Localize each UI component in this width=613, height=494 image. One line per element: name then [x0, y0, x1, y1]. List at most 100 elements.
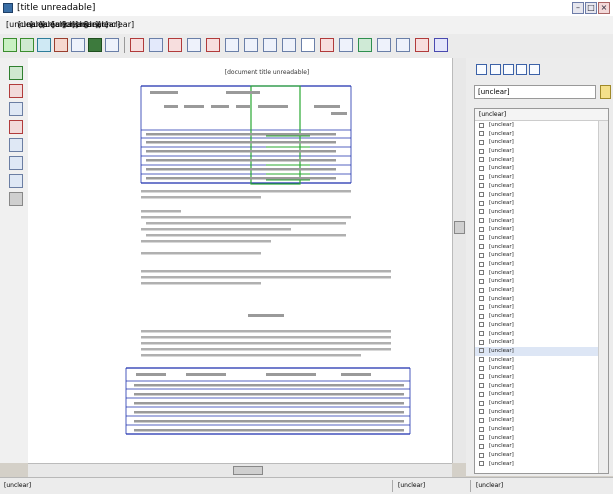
- settings-icon[interactable]: [105, 38, 119, 52]
- zone-check-icon[interactable]: [358, 38, 372, 52]
- file-list-item[interactable]: [unclear]: [475, 243, 599, 252]
- panel-sort-icon[interactable]: [516, 64, 527, 75]
- zone-clear-icon[interactable]: [301, 38, 315, 52]
- file-list-item[interactable]: [unclear]: [475, 164, 599, 173]
- zone-picture2-icon[interactable]: [415, 38, 429, 52]
- search-button[interactable]: [600, 85, 611, 99]
- scan-icon[interactable]: [37, 38, 51, 52]
- file-list-item[interactable]: [unclear]: [475, 338, 599, 347]
- app-icon: [3, 3, 13, 13]
- file-list-item[interactable]: [unclear]: [475, 286, 599, 295]
- document-horizontal-scrollbar[interactable]: [28, 463, 452, 477]
- menu-bar: [unclear] [unclear] [unclear] [unclear] …: [0, 16, 613, 34]
- zone-picture-icon[interactable]: [168, 38, 182, 52]
- file-list-item[interactable]: [unclear]: [475, 251, 599, 260]
- file-list-item[interactable]: [unclear]: [475, 217, 599, 226]
- file-list-item[interactable]: [unclear]: [475, 330, 599, 339]
- file-list-item[interactable]: [unclear]: [475, 321, 599, 330]
- list-header: [unclear]: [475, 109, 608, 121]
- scroll-thumb[interactable]: [454, 221, 465, 234]
- file-list-item[interactable]: [unclear]: [475, 121, 599, 130]
- file-list-item[interactable]: [unclear]: [475, 434, 599, 443]
- file-list-item[interactable]: [unclear]: [475, 208, 599, 217]
- zone-prev-icon[interactable]: [396, 38, 410, 52]
- panel-detail-icon[interactable]: [503, 64, 514, 75]
- layout-icon[interactable]: [71, 38, 85, 52]
- zone-table-icon[interactable]: [149, 38, 163, 52]
- file-list-item[interactable]: [unclear]: [475, 425, 599, 434]
- zone-row-icon[interactable]: [263, 38, 277, 52]
- zone-merge-icon[interactable]: [244, 38, 258, 52]
- pointer-tool-icon[interactable]: [9, 66, 23, 80]
- zone-split-icon[interactable]: [225, 38, 239, 52]
- file-list-item[interactable]: [unclear]: [475, 225, 599, 234]
- file-list-item[interactable]: [unclear]: [475, 191, 599, 200]
- minimize-button[interactable]: –: [572, 2, 584, 14]
- file-list-item[interactable]: [unclear]: [475, 260, 599, 269]
- recognize-icon[interactable]: [54, 38, 68, 52]
- file-list-item[interactable]: [unclear]: [475, 408, 599, 417]
- zone-text-icon[interactable]: [130, 38, 144, 52]
- file-list-item[interactable]: [unclear]: [475, 399, 599, 408]
- file-list-item[interactable]: [unclear]: [475, 295, 599, 304]
- file-list-item[interactable]: [unclear]: [475, 182, 599, 191]
- file-list-item[interactable]: [unclear]: [475, 130, 599, 139]
- file-list-item[interactable]: [unclear]: [475, 356, 599, 365]
- zone-order-icon[interactable]: [206, 38, 220, 52]
- maximize-button[interactable]: □: [585, 2, 597, 14]
- panel-grid-icon[interactable]: [490, 64, 501, 75]
- zone-align-icon[interactable]: [339, 38, 353, 52]
- zone-text2-icon[interactable]: [434, 38, 448, 52]
- file-list-item[interactable]: [unclear]: [475, 312, 599, 321]
- select-tool-icon[interactable]: [9, 84, 23, 98]
- table-2: [125, 367, 411, 435]
- close-button[interactable]: ×: [598, 2, 610, 14]
- gray-tool-icon[interactable]: [9, 192, 23, 206]
- file-list-item[interactable]: [unclear]: [475, 364, 599, 373]
- file-list-item[interactable]: [unclear]: [475, 373, 599, 382]
- file-list-item[interactable]: [unclear]: [475, 390, 599, 399]
- file-list-item[interactable]: [unclear]: [475, 277, 599, 286]
- text-tool-icon[interactable]: [9, 174, 23, 188]
- zone-delete-icon[interactable]: [320, 38, 334, 52]
- zone-next-icon[interactable]: [377, 38, 391, 52]
- file-list-item[interactable]: [unclear]: [475, 147, 599, 156]
- file-list-item[interactable]: [unclear]: [475, 156, 599, 165]
- status-right: [unclear]: [476, 482, 504, 489]
- rotate-tool-icon[interactable]: [9, 156, 23, 170]
- eraser-tool-icon[interactable]: [9, 120, 23, 134]
- open-image-icon[interactable]: [3, 38, 17, 52]
- file-list-item[interactable]: [unclear]: [475, 269, 599, 278]
- file-list-item[interactable]: [unclear]: [475, 173, 599, 182]
- status-divider: [470, 480, 471, 492]
- file-list-item[interactable]: [unclear]: [475, 199, 599, 208]
- zone-barcode-icon[interactable]: [187, 38, 201, 52]
- page-rendering: [125, 85, 411, 435]
- document-viewer[interactable]: [document title unreadable]: [28, 58, 466, 463]
- file-list-item[interactable]: [unclear]: [475, 346, 599, 356]
- scroll-thumb[interactable]: [233, 466, 263, 475]
- menu-item[interactable]: [unclear]: [98, 20, 134, 29]
- right-panel: [unclear] [unclear] [unclear] [unclear] [u…: [466, 58, 613, 476]
- panel-filter-icon[interactable]: [529, 64, 540, 75]
- file-list-item[interactable]: [unclear]: [475, 451, 599, 460]
- list-scrollbar[interactable]: [598, 121, 608, 473]
- body-text-block-2: [141, 330, 391, 357]
- file-list-item[interactable]: [unclear]: [475, 303, 599, 312]
- file-list-item[interactable]: [unclear]: [475, 460, 599, 469]
- panel-list-icon[interactable]: [476, 64, 487, 75]
- zone-tool-icon[interactable]: [9, 138, 23, 152]
- save-image-icon[interactable]: [20, 38, 34, 52]
- zone-column-icon[interactable]: [282, 38, 296, 52]
- file-list-item[interactable]: [unclear]: [475, 416, 599, 425]
- toolbar: [0, 34, 613, 59]
- export-icon[interactable]: [88, 38, 102, 52]
- document-vertical-scrollbar[interactable]: [452, 58, 466, 463]
- zoom-tool-icon[interactable]: [9, 102, 23, 116]
- file-list-item[interactable]: [unclear]: [475, 442, 599, 451]
- file-list-item[interactable]: [unclear]: [475, 138, 599, 147]
- file-list[interactable]: [unclear] [unclear] [unclear] [unclear] [un…: [474, 108, 609, 474]
- search-input[interactable]: [unclear]: [474, 85, 596, 99]
- file-list-item[interactable]: [unclear]: [475, 382, 599, 391]
- file-list-item[interactable]: [unclear]: [475, 234, 599, 243]
